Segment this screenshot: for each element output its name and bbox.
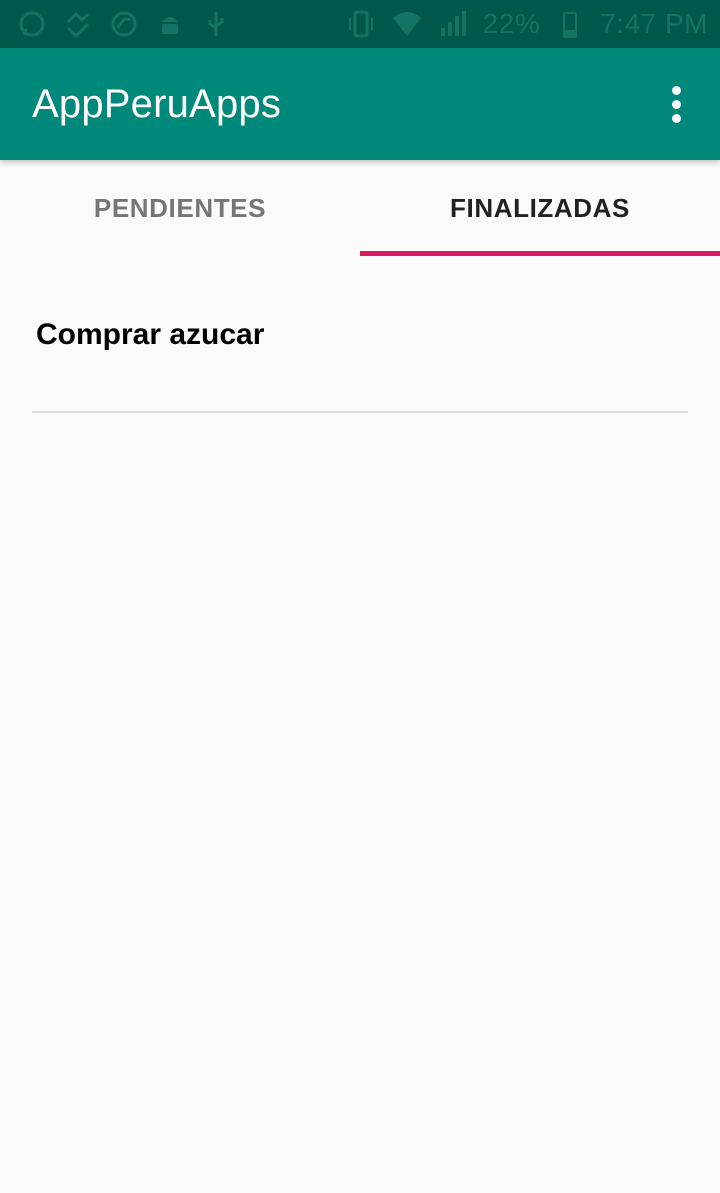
clock: 7:47 PM [600,8,708,39]
tab-label: FINALIZADAS [450,192,630,223]
status-bar-system: 22% 7:47 PM [345,8,708,40]
tab-finalizadas[interactable]: FINALIZADAS [360,160,720,256]
wifi-icon [391,8,423,40]
android-icon [154,8,186,40]
status-bar-notifications [16,8,232,40]
overflow-dot [671,85,681,95]
signal-icon [437,8,469,40]
task-list: Comprar azucar [0,256,720,1193]
app-bar: AppPeruApps [0,48,720,160]
usb-icon [200,8,232,40]
status-bar: 22% 7:47 PM [0,0,720,48]
whatsapp-icon [16,8,48,40]
battery-icon [554,8,586,40]
tab-pendientes[interactable]: PENDIENTES [0,160,360,256]
more-vert-icon[interactable] [660,80,692,128]
list-item[interactable]: Comprar azucar [32,256,688,413]
overflow-dot [671,99,681,109]
task-title: Comprar azucar [36,318,265,351]
overflow-dot [671,113,681,123]
app-title: AppPeruApps [32,81,282,126]
battery-percent: 22% [482,8,541,39]
vibrate-icon [345,8,377,40]
tab-label: PENDIENTES [93,192,267,223]
sync-icon [108,8,140,40]
tab-bar: PENDIENTES FINALIZADAS [0,160,720,256]
fit-icon [62,8,94,40]
